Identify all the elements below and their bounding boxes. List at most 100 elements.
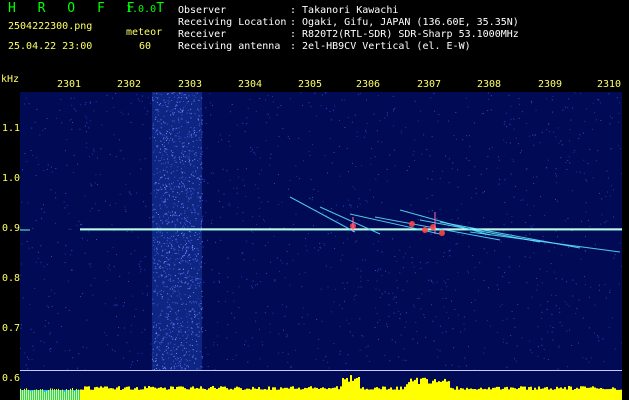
- band-dot: [185, 96, 187, 98]
- noise-dot: [400, 132, 402, 134]
- noise-dot: [552, 111, 553, 113]
- band-dot: [198, 269, 200, 271]
- noise-dot: [116, 254, 118, 256]
- noise-dot: [246, 240, 248, 242]
- noise-dot: [547, 359, 549, 361]
- band-dot: [154, 239, 156, 241]
- band-dot: [189, 360, 191, 362]
- noise-dot: [529, 257, 531, 258]
- band-dot: [184, 294, 186, 296]
- noise-dot: [288, 244, 290, 246]
- band-dot: [161, 341, 163, 343]
- noise-dot: [604, 284, 606, 286]
- band-dot: [196, 259, 198, 261]
- band-dot: [201, 218, 203, 220]
- noise-dot: [455, 289, 457, 291]
- level-column: [244, 389, 246, 400]
- band-dot: [174, 211, 176, 213]
- level-column: [416, 377, 418, 400]
- noise-dot: [609, 289, 611, 291]
- band-dot: [191, 104, 192, 105]
- noise-dot: [591, 357, 593, 359]
- noise-dot: [549, 325, 551, 327]
- noise-dot: [346, 238, 348, 240]
- level-column: [124, 387, 126, 400]
- noise-dot: [384, 354, 386, 356]
- noise-dot: [402, 359, 404, 361]
- noise-dot: [22, 297, 24, 299]
- band-dot: [175, 253, 177, 254]
- noise-dot: [211, 269, 213, 271]
- band-dot: [201, 327, 203, 328]
- band-dot: [163, 202, 165, 204]
- noise-dot: [207, 366, 209, 367]
- noise-dot: [598, 284, 600, 286]
- band-dot: [188, 282, 189, 284]
- noise-dot: [581, 220, 582, 222]
- band-dot: [166, 111, 167, 113]
- band-dot: [171, 211, 173, 213]
- band-dot: [155, 251, 157, 253]
- band-dot: [171, 287, 173, 289]
- band-dot: [157, 263, 159, 265]
- band-dot: [169, 279, 171, 281]
- band-dot: [159, 188, 161, 190]
- noise-dot: [111, 97, 113, 99]
- band-dot: [174, 145, 176, 147]
- info-value-receiver: : R820T2(RTL-SDR) SDR-Sharp 53.1000MHz: [290, 29, 519, 40]
- band-dot: [178, 156, 180, 158]
- noise-dot: [613, 189, 614, 191]
- band-dot: [185, 193, 187, 195]
- band-dot: [162, 339, 164, 341]
- band-dot: [156, 354, 158, 356]
- band-dot: [176, 101, 178, 103]
- noise-dot: [445, 364, 447, 366]
- band-dot: [160, 127, 162, 129]
- freq-label: 1.1: [2, 123, 21, 134]
- noise-dot: [537, 284, 539, 286]
- noise-dot: [367, 280, 369, 281]
- band-dot: [160, 293, 162, 295]
- noise-dot: [46, 305, 48, 307]
- noise-dot: [474, 299, 476, 301]
- band-dot: [167, 347, 169, 349]
- level-column: [234, 387, 236, 400]
- level-column: [128, 386, 130, 400]
- band-dot: [178, 245, 180, 247]
- band-dot: [182, 207, 184, 208]
- noise-dot: [50, 166, 52, 168]
- band-dot: [156, 146, 158, 148]
- noise-dot: [115, 297, 117, 299]
- level-column: [494, 387, 496, 400]
- band-dot: [154, 241, 155, 243]
- band-dot: [201, 123, 203, 125]
- level-column: [554, 389, 556, 400]
- band-dot: [188, 131, 190, 133]
- band-dot: [164, 350, 166, 352]
- band-dot: [153, 237, 155, 239]
- noise-dot: [260, 281, 262, 283]
- noise-dot: [344, 127, 346, 128]
- level-column: [350, 375, 352, 400]
- noise-dot: [130, 121, 132, 123]
- band-dot: [158, 151, 160, 153]
- band-dot: [179, 280, 181, 282]
- level-column: [240, 388, 242, 400]
- noise-dot: [71, 250, 73, 251]
- band-dot: [160, 186, 161, 188]
- noise-dot: [381, 251, 383, 253]
- band-dot: [200, 122, 202, 123]
- band-dot: [192, 356, 194, 358]
- noise-dot: [377, 322, 379, 324]
- band-dot: [186, 316, 188, 318]
- band-dot: [181, 273, 183, 275]
- level-column: [452, 388, 454, 400]
- band-dot: [173, 360, 174, 362]
- band-dot: [163, 270, 165, 272]
- band-dot: [163, 255, 165, 257]
- band-dot: [160, 152, 162, 154]
- noise-dot: [141, 353, 143, 355]
- noise-dot: [590, 286, 592, 288]
- noise-dot: [295, 213, 297, 215]
- band-dot: [168, 101, 170, 103]
